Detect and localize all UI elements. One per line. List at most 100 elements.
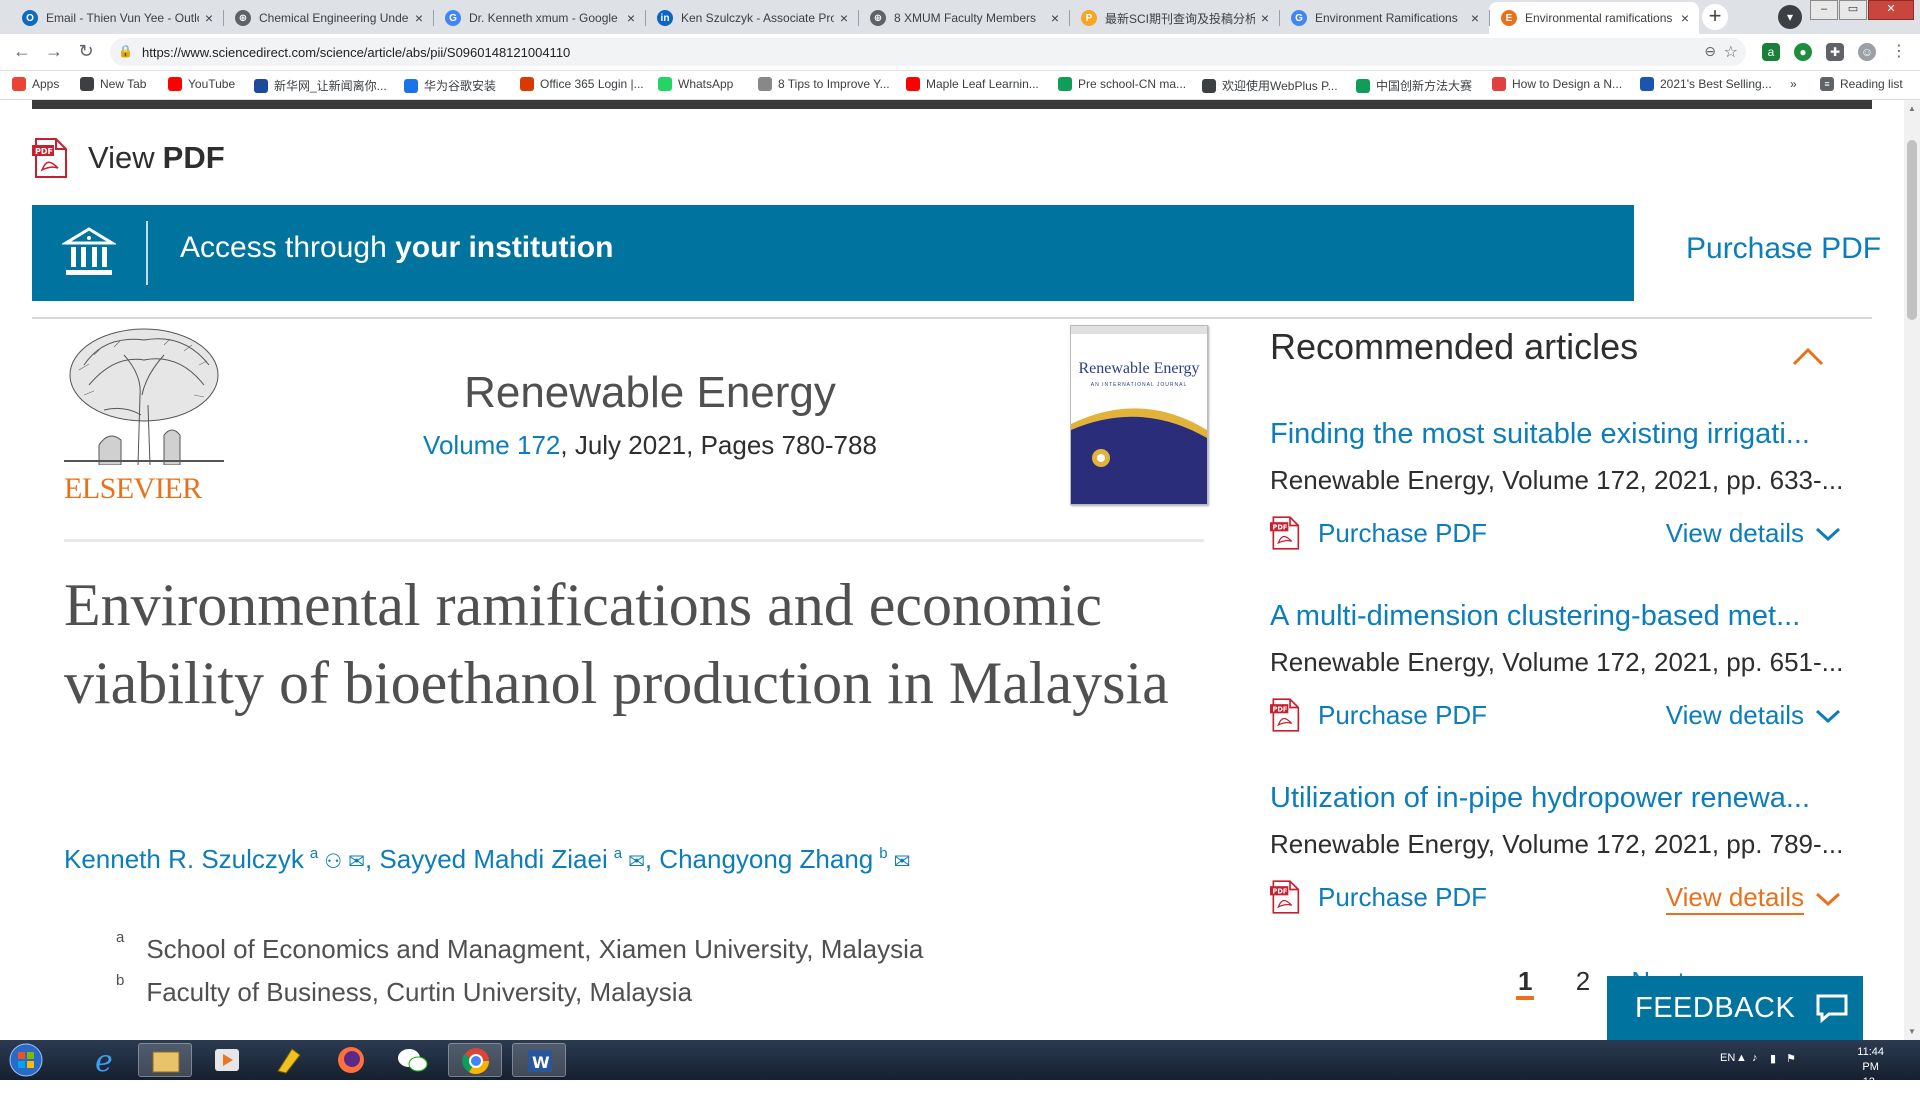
shortcut-tool-icon[interactable] [262,1043,316,1077]
bookmark-item[interactable]: 欢迎使用WebPlus P... [1202,77,1338,94]
flag-icon[interactable]: ⚑ [1786,1052,1796,1065]
volume-icon[interactable]: ♪ [1752,1052,1758,1064]
windows-start-icon[interactable] [6,1042,46,1078]
scroll-up-icon[interactable]: ▲ [1908,104,1916,113]
internet-explorer-icon[interactable]: e [78,1043,132,1079]
new-tab-button[interactable]: + [1702,4,1728,30]
close-tab-icon[interactable]: × [840,10,848,26]
envelope-icon[interactable]: ✉ [628,851,645,873]
address-bar[interactable]: 🔒 https://www.sciencedirect.com/science/… [110,38,1746,66]
tab-8[interactable]: E Environmental ramifications × [1489,2,1699,34]
author-link-ziaei[interactable]: Sayyed Mahdi Ziaei [379,844,607,874]
tab-1[interactable]: OEmail - Thien Vun Yee - Outlook× [10,2,223,34]
file-explorer-icon[interactable] [138,1043,192,1077]
forward-icon[interactable]: → [42,41,66,62]
clock[interactable]: 11:44 PM 12-May-21 [1857,1045,1884,1120]
close-tab-icon[interactable]: × [1051,10,1059,26]
purchase-pdf-link[interactable]: PDF Purchase PDF [1270,516,1487,550]
close-tab-icon[interactable]: × [627,10,635,26]
recommended-title-link[interactable]: Finding the most suitable existing irrig… [1270,418,1842,451]
close-window-button[interactable]: ✕ [1868,0,1914,20]
recommended-title-link[interactable]: A multi-dimension clustering-based met..… [1270,600,1842,633]
volume-link[interactable]: Volume 172 [423,430,560,460]
bookmark-star-icon[interactable]: ☆ [1724,42,1738,62]
envelope-icon[interactable]: ✉ [894,851,911,873]
minimize-button[interactable]: – [1810,0,1838,20]
access-institution-button[interactable]: Access through your institution [32,205,1634,301]
bookmark-item[interactable]: 华为谷歌安装 [404,77,496,94]
purchase-pdf-link[interactable]: Purchase PDF [1686,232,1881,266]
page-2[interactable]: 2 [1576,966,1590,996]
media-player-icon[interactable] [200,1043,254,1077]
chevron-up-icon[interactable] [1790,338,1826,374]
bookmark-favicon-icon [1640,77,1654,91]
tab-3[interactable]: GDr. Kenneth xmum - Google Search× [433,2,645,34]
bookmark-item[interactable]: YouTube [168,77,235,91]
tab-2[interactable]: ⊕Chemical Engineering Undergraduate× [223,2,433,34]
bookmark-item[interactable]: Maple Leaf Learnin... [906,77,1039,91]
extension-shield-icon[interactable]: ● [1794,43,1812,61]
maximize-button[interactable]: ▭ [1839,0,1867,20]
google-icon: G [445,10,461,26]
tab-6[interactable]: P 最新SCI期刊查询及投稿分析 × [1069,2,1279,34]
close-tab-icon[interactable]: × [415,10,423,26]
view-pdf-link[interactable]: PDF View PDF [32,138,225,178]
bookmarks-more[interactable]: » [1790,77,1797,91]
extension-abc-icon[interactable]: a [1762,43,1780,61]
view-details-button[interactable]: View details [1665,882,1842,915]
recommended-title-link[interactable]: Utilization of in-pipe hydropower renewa… [1270,782,1842,815]
author-link-zhang[interactable]: Changyong Zhang [659,844,873,874]
back-icon[interactable]: ← [10,41,34,62]
reading-list[interactable]: ≡ Reading list [1820,77,1903,91]
scroll-down-icon[interactable]: ▼ [1908,1027,1916,1036]
language-indicator[interactable]: EN [1720,1052,1735,1064]
bookmark-item[interactable]: 8 Tips to Improve Y... [758,77,890,91]
purchase-pdf-link[interactable]: PDF Purchase PDF [1270,698,1487,732]
page-scrollbar[interactable]: ▲ ▼ [1904,100,1920,1040]
tray-arrow-icon[interactable]: ▲ [1736,1052,1747,1064]
lock-icon[interactable]: 🔒 [118,44,133,58]
close-tab-icon[interactable]: × [1471,10,1479,26]
bookmark-item[interactable]: WhatsApp [658,77,733,91]
firefox-icon[interactable] [324,1043,378,1077]
close-tab-icon[interactable]: × [1261,10,1269,26]
wechat-icon[interactable] [386,1043,440,1077]
chrome-icon[interactable] [448,1043,502,1077]
page-1[interactable]: 1 [1516,966,1535,1000]
feedback-button[interactable]: FEEDBACK [1607,976,1863,1040]
tab-4[interactable]: inKen Szulczyk - Associate Professor× [645,2,858,34]
envelope-icon[interactable]: ✉ [348,851,365,873]
person-icon[interactable]: ⚇ [324,851,342,873]
profile-icon[interactable]: ▾ [1778,5,1802,29]
extensions-puzzle-icon[interactable]: ✚ [1826,43,1844,61]
menu-dots-icon[interactable]: ⋮ [1890,43,1908,61]
journal-title[interactable]: Renewable Energy [380,368,920,418]
tab-7[interactable]: G Environment Ramifications × [1279,2,1489,34]
view-details-button[interactable]: View details [1666,700,1842,731]
bookmark-item[interactable]: 新华网_让新闻离你... [254,77,387,94]
zoom-icon[interactable]: ⊖ [1704,43,1716,60]
bookmark-item[interactable]: How to Design a N... [1492,77,1622,91]
bookmark-favicon-icon [1058,77,1072,91]
url-text[interactable]: https://www.sciencedirect.com/science/ar… [142,45,570,60]
bookmark-item[interactable]: 2021's Best Selling... [1640,77,1772,91]
scrollbar-thumb[interactable] [1907,140,1917,320]
bookmark-item[interactable]: Office 365 Login |... [520,77,644,91]
author-link-szulczyk[interactable]: Kenneth R. Szulczyk [64,844,304,874]
purchase-pdf-link[interactable]: PDF Purchase PDF [1270,880,1487,914]
network-icon[interactable]: ▮ [1770,1052,1776,1065]
bookmark-item[interactable]: 中国创新方法大赛 [1356,77,1472,94]
reload-icon[interactable]: ↻ [74,41,98,62]
bookmark-item[interactable]: New Tab [80,77,146,91]
view-details-button[interactable]: View details [1666,518,1842,549]
journal-cover-image[interactable]: Renewable Energy AN INTERNATIONAL JOURNA… [1070,325,1208,505]
close-tab-icon[interactable]: × [205,10,213,26]
bookmark-item[interactable]: Pre school-CN ma... [1058,77,1186,91]
close-tab-icon[interactable]: × [1681,10,1689,26]
account-avatar-icon[interactable]: ☺ [1858,43,1876,61]
globe-icon: ⊕ [870,10,886,26]
tab-5[interactable]: ⊕ 8 XMUM Faculty Members × [858,2,1069,34]
bookmark-item[interactable]: Apps [12,77,59,91]
elsevier-logo[interactable]: ELSEVIER [64,325,224,505]
word-icon[interactable]: W [512,1043,566,1077]
